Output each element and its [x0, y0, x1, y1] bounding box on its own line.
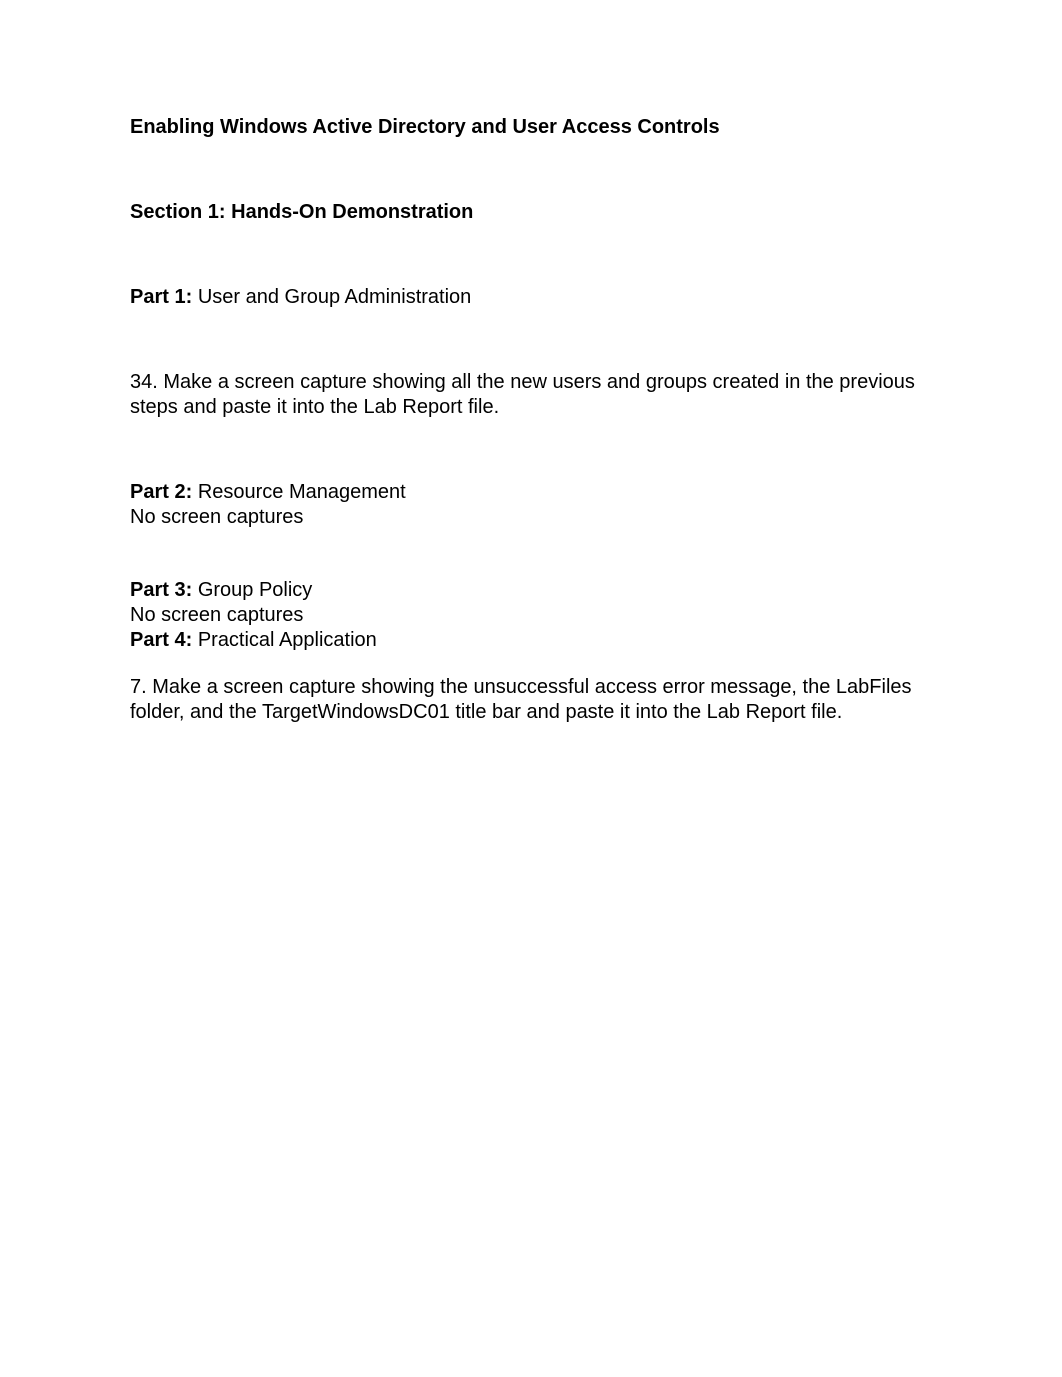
part-2-block: Part 2: Resource Management No screen ca…	[130, 480, 937, 530]
section-1-heading: Section 1: Hands-On Demonstration	[130, 200, 937, 225]
part-1-block: Part 1: User and Group Administration 34…	[130, 285, 937, 420]
part-2-title: Resource Management	[198, 481, 406, 503]
part-3-title: Group Policy	[198, 579, 313, 601]
part-2-note: No screen captures	[130, 505, 937, 530]
part-3-block: Part 3: Group Policy No screen captures	[130, 578, 937, 628]
part-3-label: Part 3:	[130, 579, 198, 601]
part-1-label: Part 1:	[130, 286, 198, 308]
part-4-block: Part 4: Practical Application 7. Make a …	[130, 628, 937, 725]
part-4-instruction: 7. Make a screen capture showing the uns…	[130, 675, 937, 725]
part-3-header: Part 3: Group Policy	[130, 578, 937, 603]
part-2-label: Part 2:	[130, 481, 198, 503]
part-4-header: Part 4: Practical Application	[130, 628, 937, 653]
part-1-header: Part 1: User and Group Administration	[130, 285, 937, 310]
part-4-title: Practical Application	[198, 629, 377, 651]
part-1-instruction: 34. Make a screen capture showing all th…	[130, 370, 937, 420]
part-2-header: Part 2: Resource Management	[130, 480, 937, 505]
part-4-label: Part 4:	[130, 629, 198, 651]
part-1-title: User and Group Administration	[198, 286, 471, 308]
part-3-note: No screen captures	[130, 603, 937, 628]
document-title: Enabling Windows Active Directory and Us…	[130, 115, 937, 140]
